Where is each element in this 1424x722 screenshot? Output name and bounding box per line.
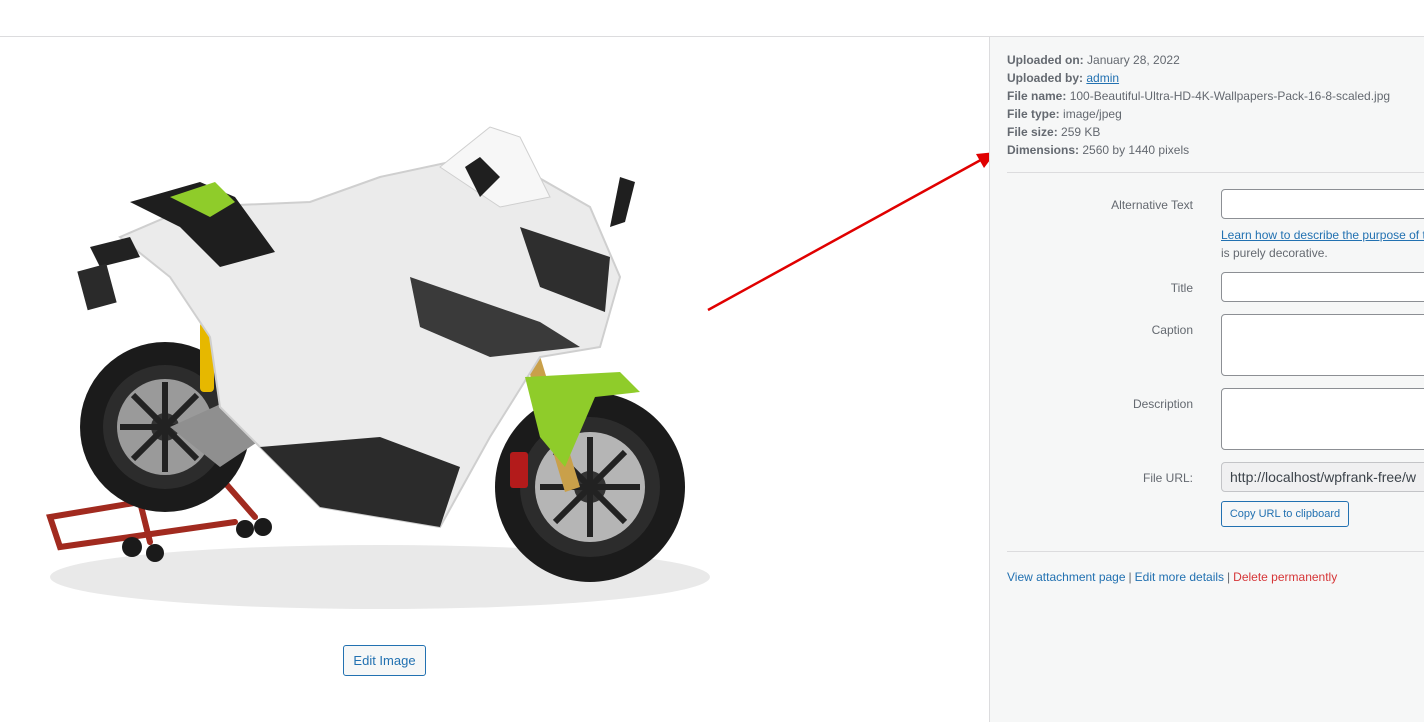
uploaded-on-row: Uploaded on: January 28, 2022	[1007, 51, 1390, 69]
caption-label: Caption	[1151, 323, 1193, 337]
uploaded-on-value: January 28, 2022	[1087, 53, 1180, 67]
separator: |	[1128, 570, 1132, 584]
uploaded-by-link[interactable]: admin	[1086, 71, 1119, 85]
alt-text-help: Learn how to describe the purpose of t i…	[1221, 226, 1424, 262]
caption-textarea[interactable]	[1221, 314, 1424, 376]
separator: |	[1227, 570, 1231, 584]
divider	[1007, 551, 1424, 552]
file-url-label: File URL:	[1142, 471, 1193, 485]
copy-url-button[interactable]: Copy URL to clipboard	[1221, 501, 1349, 527]
file-name-value: 100-Beautiful-Ultra-HD-4K-Wallpapers-Pac…	[1069, 89, 1391, 103]
description-textarea[interactable]	[1221, 388, 1424, 450]
file-type-label: File type:	[1007, 107, 1060, 121]
edit-image-button[interactable]: Edit Image	[343, 645, 426, 676]
alt-text-input[interactable]	[1221, 189, 1424, 219]
view-attachment-link[interactable]: View attachment page	[1007, 570, 1126, 584]
dimensions-row: Dimensions: 2560 by 1440 pixels	[1007, 141, 1390, 159]
file-type-row: File type: image/jpeg	[1007, 105, 1390, 123]
dimensions-value: 2560 by 1440 pixels	[1082, 143, 1190, 157]
motorcycle-image	[46, 126, 710, 609]
description-label: Description	[1132, 397, 1193, 411]
attachment-actions: View attachment page | Edit more details | D…	[1007, 570, 1337, 584]
attachment-details-sidebar: Uploaded on: January 28, 2022 Uploaded b…	[989, 37, 1424, 722]
uploaded-by-row: Uploaded by: admin	[1007, 69, 1390, 87]
top-bar	[0, 0, 1424, 37]
file-size-value: 259 KB	[1061, 125, 1101, 139]
file-name-row: File name: 100-Beautiful-Ultra-HD-4K-Wal…	[1007, 87, 1390, 105]
title-input[interactable]	[1221, 272, 1424, 302]
uploaded-by-label: Uploaded by:	[1007, 71, 1084, 85]
file-size-label: File size:	[1007, 125, 1058, 139]
title-label: Title	[1170, 281, 1193, 295]
delete-permanently-link[interactable]: Delete permanently	[1233, 570, 1337, 584]
file-url-input[interactable]: http://localhost/wpfrank-free/w	[1221, 462, 1424, 492]
edit-details-link[interactable]: Edit more details	[1135, 570, 1224, 584]
file-type-value: image/jpeg	[1063, 107, 1122, 121]
alt-text-help-text: is purely decorative.	[1221, 246, 1328, 260]
uploaded-on-label: Uploaded on:	[1007, 53, 1084, 67]
alt-text-help-link[interactable]: Learn how to describe the purpose of t	[1221, 228, 1424, 242]
annotation-arrow	[707, 152, 996, 312]
dimensions-label: Dimensions:	[1007, 143, 1080, 157]
attachment-meta: Uploaded on: January 28, 2022 Uploaded b…	[1007, 51, 1390, 159]
file-name-label: File name:	[1007, 89, 1067, 103]
divider	[1007, 172, 1424, 173]
file-size-row: File size: 259 KB	[1007, 123, 1390, 141]
alt-text-label: Alternative Text	[1111, 198, 1193, 212]
